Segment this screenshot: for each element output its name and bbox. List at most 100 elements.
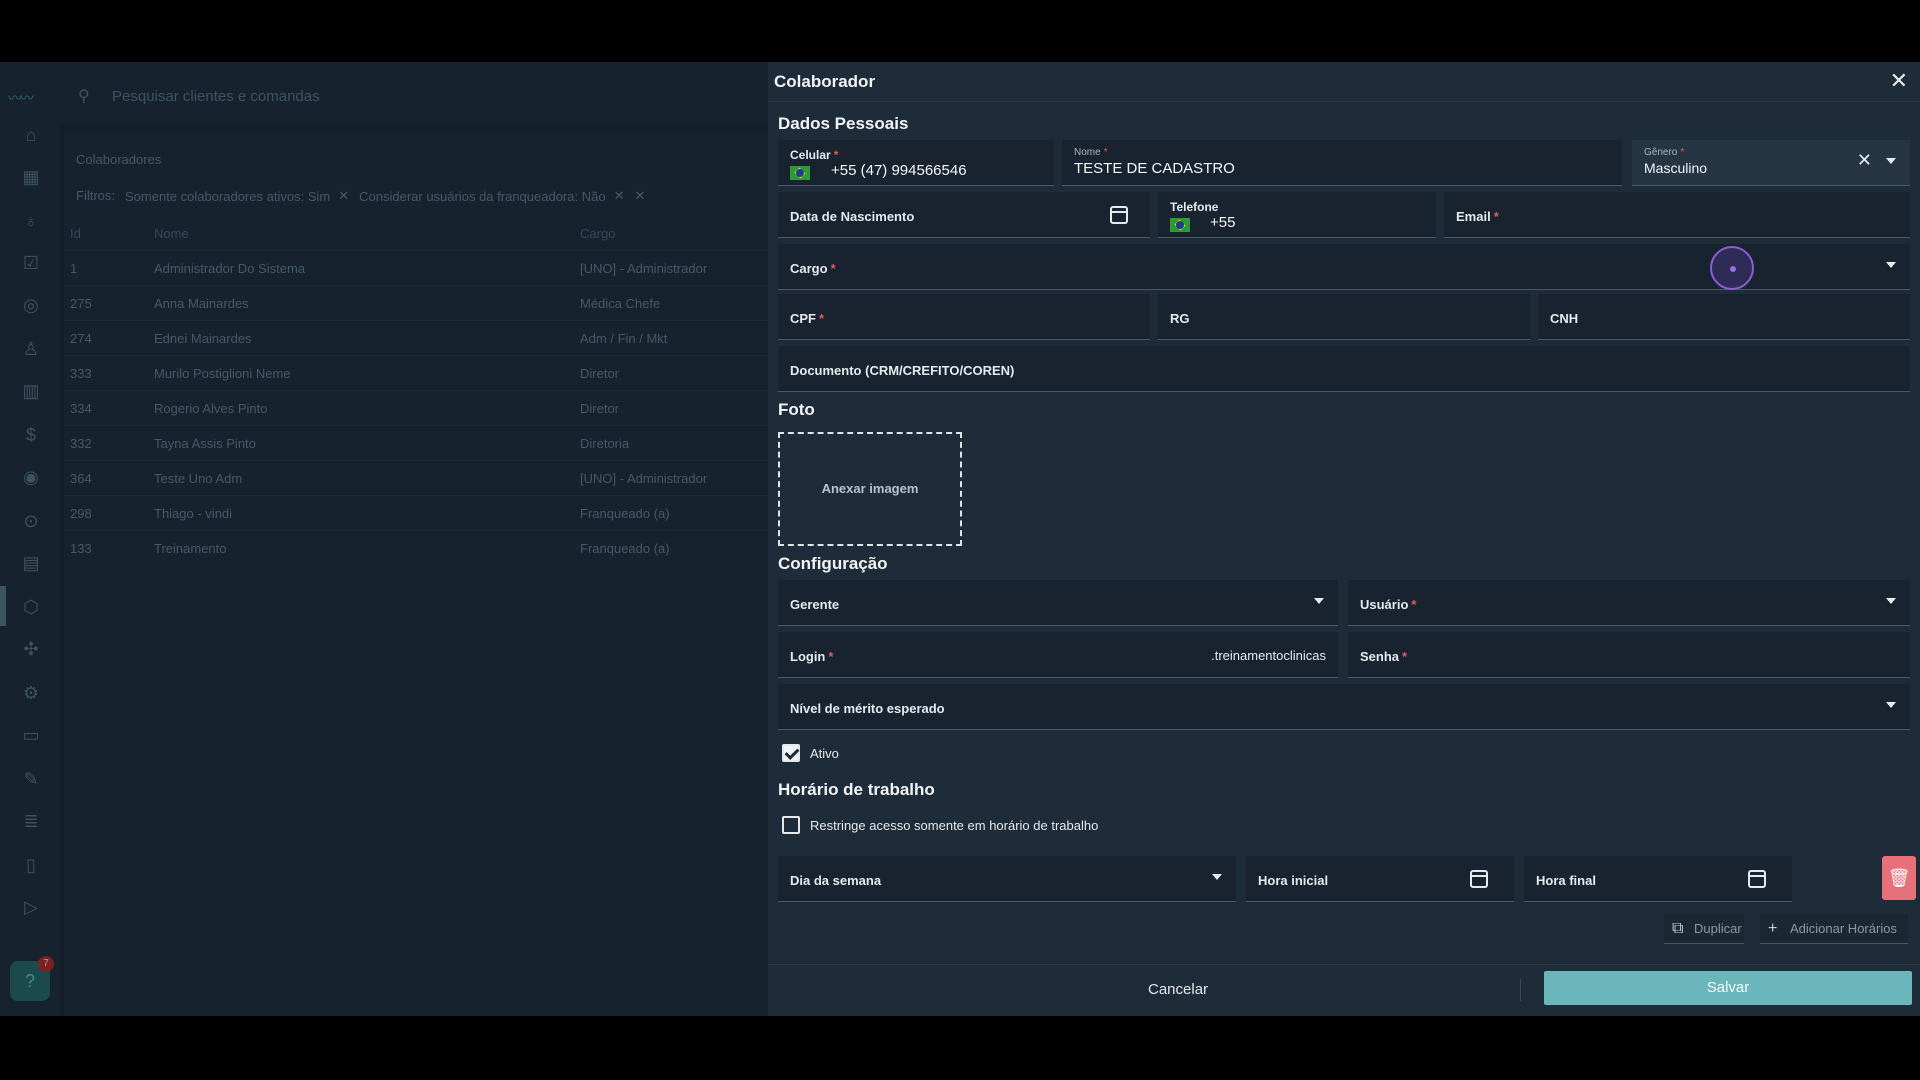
calendar-icon[interactable]: [1748, 870, 1766, 888]
coin-icon[interactable]: ⊙: [20, 510, 42, 532]
bulb-icon[interactable]: ♁: [20, 210, 42, 232]
server-icon[interactable]: ≣: [20, 810, 42, 832]
column-name[interactable]: Nome: [154, 226, 189, 241]
box-icon[interactable]: ⬡: [20, 596, 42, 618]
section-photo: Foto: [778, 400, 815, 419]
dia-semana-select[interactable]: Dia da semana: [778, 856, 1236, 902]
checklist-icon[interactable]: ☑: [20, 252, 42, 274]
gear-icon[interactable]: ⚙: [20, 682, 42, 704]
filters-bar: Filtros: Somente colaboradores ativos: S…: [76, 188, 645, 204]
cell-name: Tayna Assis Pinto: [154, 436, 256, 451]
restringe-checkbox[interactable]: [782, 816, 800, 834]
filter-chip[interactable]: Somente colaboradores ativos: Sim ✕: [125, 188, 349, 204]
footer-divider: [1520, 979, 1521, 1001]
modal-header: Colaborador ✕: [768, 62, 1920, 102]
nome-field[interactable]: Nome * TESTE DE CADASTRO: [1062, 140, 1622, 186]
rg-field[interactable]: RG: [1158, 294, 1530, 340]
cancel-button[interactable]: Cancelar: [1148, 981, 1208, 998]
close-icon[interactable]: ✕: [614, 188, 625, 204]
column-role[interactable]: Cargo: [580, 226, 615, 241]
section-config: Configuração: [778, 554, 888, 573]
cell-name: Treinamento: [154, 541, 227, 556]
cell-name: Rogerio Alves Pinto: [154, 401, 268, 416]
table-row[interactable]: 274 Ednei Mainardes Adm / Fin / Mkt: [64, 320, 768, 355]
hora-final-field[interactable]: Hora final: [1524, 856, 1792, 902]
calendar-icon[interactable]: [1110, 206, 1128, 224]
documento-field[interactable]: Documento (CRM/CREFITO/COREN): [778, 346, 1910, 392]
clear-filters-icon[interactable]: ✕: [634, 188, 645, 204]
table-row[interactable]: 334 Rogerio Alves Pinto Diretor: [64, 390, 768, 425]
hora-inicial-field[interactable]: Hora inicial: [1246, 856, 1514, 902]
modal-footer: Cancelar Salvar: [768, 964, 1920, 1016]
usuario-select[interactable]: Usuário *: [1348, 580, 1910, 626]
save-button[interactable]: Salvar: [1544, 971, 1912, 1005]
chevron-down-icon[interactable]: [1314, 598, 1324, 604]
cell-id: 364: [70, 471, 92, 486]
brazil-flag-icon[interactable]: [790, 166, 810, 180]
store-icon[interactable]: ▭: [20, 724, 42, 746]
calendar-icon[interactable]: [1470, 870, 1488, 888]
cell-role: [UNO] - Administrador: [580, 261, 708, 276]
cell-id: 274: [70, 331, 92, 346]
table-row[interactable]: 298 Thiago - vindi Franqueado (a): [64, 495, 768, 530]
login-field[interactable]: Login * .treinamentoclinicas: [778, 632, 1338, 678]
table-row[interactable]: 1 Administrador Do Sistema [UNO] - Adminis…: [64, 250, 768, 285]
file-icon[interactable]: ▯: [20, 854, 42, 876]
section-personal: Dados Pessoais: [778, 114, 909, 133]
chevron-down-icon[interactable]: [1886, 702, 1896, 708]
chart-icon[interactable]: ▥: [20, 380, 42, 402]
cell-id: 334: [70, 401, 92, 416]
merito-select[interactable]: Nível de mérito esperado: [778, 684, 1910, 730]
network-icon[interactable]: ✣: [20, 638, 42, 660]
brazil-flag-icon[interactable]: [1170, 218, 1190, 232]
document-icon[interactable]: ▤: [20, 552, 42, 574]
senha-field[interactable]: Senha *: [1348, 632, 1910, 678]
filter-chip[interactable]: Considerar usuários da franqueadora: Não…: [359, 188, 624, 204]
table-row[interactable]: 333 Murilo Postiglioni Neme Diretor: [64, 355, 768, 390]
adicionar-horarios-button[interactable]: + Adicionar Horários: [1760, 914, 1908, 944]
cell-name: Thiago - vindi: [154, 506, 233, 521]
cell-name: Anna Mainardes: [154, 296, 249, 311]
login-suffix: .treinamentoclinicas: [1211, 648, 1326, 663]
chevron-down-icon[interactable]: [1886, 262, 1896, 268]
duplicar-button[interactable]: ⧉ Duplicar: [1664, 914, 1744, 944]
wrench-icon[interactable]: ✎: [20, 768, 42, 790]
table-row[interactable]: 364 Teste Uno Adm [UNO] - Administrador: [64, 460, 768, 495]
home-icon[interactable]: ⌂: [20, 124, 42, 146]
cell-name: Administrador Do Sistema: [154, 261, 305, 276]
collaborators-list-panel: Colaboradores Filtros: Somente colaborad…: [64, 132, 768, 1016]
column-id[interactable]: Id: [70, 226, 81, 241]
table-row[interactable]: 275 Anna Mainardes Médica Chefe: [64, 285, 768, 320]
clear-icon[interactable]: ✕: [1857, 150, 1872, 171]
upload-image-button[interactable]: Anexar imagem: [778, 432, 962, 546]
telefone-field[interactable]: Telefone +55: [1158, 192, 1436, 238]
celular-field[interactable]: Celular * +55 (47) 994566546: [778, 140, 1054, 186]
chevron-down-icon[interactable]: [1212, 874, 1222, 880]
chevron-down-icon[interactable]: [1886, 598, 1896, 604]
ativo-checkbox[interactable]: [782, 744, 800, 762]
search-input[interactable]: Pesquisar clientes e comandas: [112, 88, 320, 105]
genero-select[interactable]: Gênero * Masculino ✕: [1632, 140, 1910, 186]
table-row[interactable]: 133 Treinamento Franqueado (a): [64, 530, 768, 565]
plus-icon: +: [1768, 920, 1778, 937]
chevron-down-icon[interactable]: [1886, 158, 1896, 164]
close-icon[interactable]: ✕: [338, 188, 349, 204]
help-badge: 7: [38, 956, 54, 972]
target-icon[interactable]: ◎: [20, 294, 42, 316]
cell-role: Diretor: [580, 366, 620, 381]
cpf-field[interactable]: CPF *: [778, 294, 1150, 340]
email-field[interactable]: Email *: [1444, 192, 1910, 238]
genero-value: Masculino: [1644, 160, 1708, 176]
settings-circle-icon[interactable]: ◉: [20, 466, 42, 488]
cell-role: Diretoria: [580, 436, 630, 451]
gerente-select[interactable]: Gerente: [778, 580, 1338, 626]
trash-icon[interactable]: 🗑: [1882, 856, 1916, 900]
birthdate-field[interactable]: Data de Nascimento: [778, 192, 1150, 238]
cnh-field[interactable]: CNH: [1538, 294, 1910, 340]
table-row[interactable]: 332 Tayna Assis Pinto Diretoria: [64, 425, 768, 460]
user-icon[interactable]: ♙: [20, 338, 42, 360]
calendar-icon[interactable]: ▦: [20, 166, 42, 188]
dollar-icon[interactable]: $: [20, 424, 42, 446]
close-icon[interactable]: ✕: [1890, 68, 1908, 94]
play-icon[interactable]: ▷: [20, 896, 42, 918]
